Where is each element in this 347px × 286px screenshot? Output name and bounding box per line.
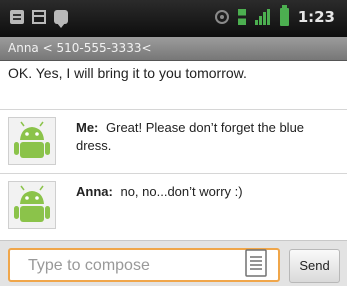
- android-avatar-icon: [9, 182, 55, 228]
- sms-icon: [10, 10, 24, 24]
- data-icon: [237, 9, 246, 25]
- message-sender: Me:: [76, 120, 99, 135]
- send-button[interactable]: Send: [289, 249, 340, 283]
- window-icon: [32, 10, 46, 24]
- message-item[interactable]: Me: Great! Please don’t forget the blue …: [0, 109, 347, 173]
- android-avatar-icon: [9, 118, 55, 164]
- system-icons: 1:23: [214, 5, 335, 26]
- signal-icon: [254, 9, 271, 25]
- conversation-header: Anna < 510-555-3333<: [0, 37, 347, 61]
- status-bar: 1:23: [0, 0, 347, 37]
- message-body: Me: Great! Please don’t forget the blue …: [76, 119, 346, 155]
- compose-bar: Type to compose Send: [0, 240, 347, 286]
- notification-icons: [10, 10, 68, 28]
- conversation-title: Anna < 510-555-3333<: [8, 41, 152, 55]
- battery-icon: [279, 5, 289, 26]
- avatar[interactable]: [8, 117, 56, 165]
- message-item[interactable]: Anna: no, no...don’t worry :): [0, 173, 347, 237]
- attach-message-icon[interactable]: [245, 249, 267, 277]
- message-text: OK. Yes, I will bring it to you tomorrow…: [8, 65, 247, 81]
- message-text: no, no...don’t worry :): [120, 184, 243, 199]
- chat-icon: [54, 10, 68, 28]
- message-list[interactable]: OK. Yes, I will bring it to you tomorrow…: [0, 61, 347, 241]
- message-text-continued: dress.: [76, 138, 112, 153]
- message-text: Great! Please don’t forget the blue: [106, 120, 305, 135]
- message-body: Anna: no, no...don’t worry :): [76, 183, 346, 201]
- compose-input[interactable]: Type to compose: [8, 248, 280, 282]
- status-time: 1:23: [297, 8, 335, 26]
- message-sender: Anna:: [76, 184, 113, 199]
- gps-icon: [214, 10, 229, 24]
- messaging-screen: 1:23 Anna < 510-555-3333< OK. Yes, I wil…: [0, 0, 347, 286]
- avatar[interactable]: [8, 181, 56, 229]
